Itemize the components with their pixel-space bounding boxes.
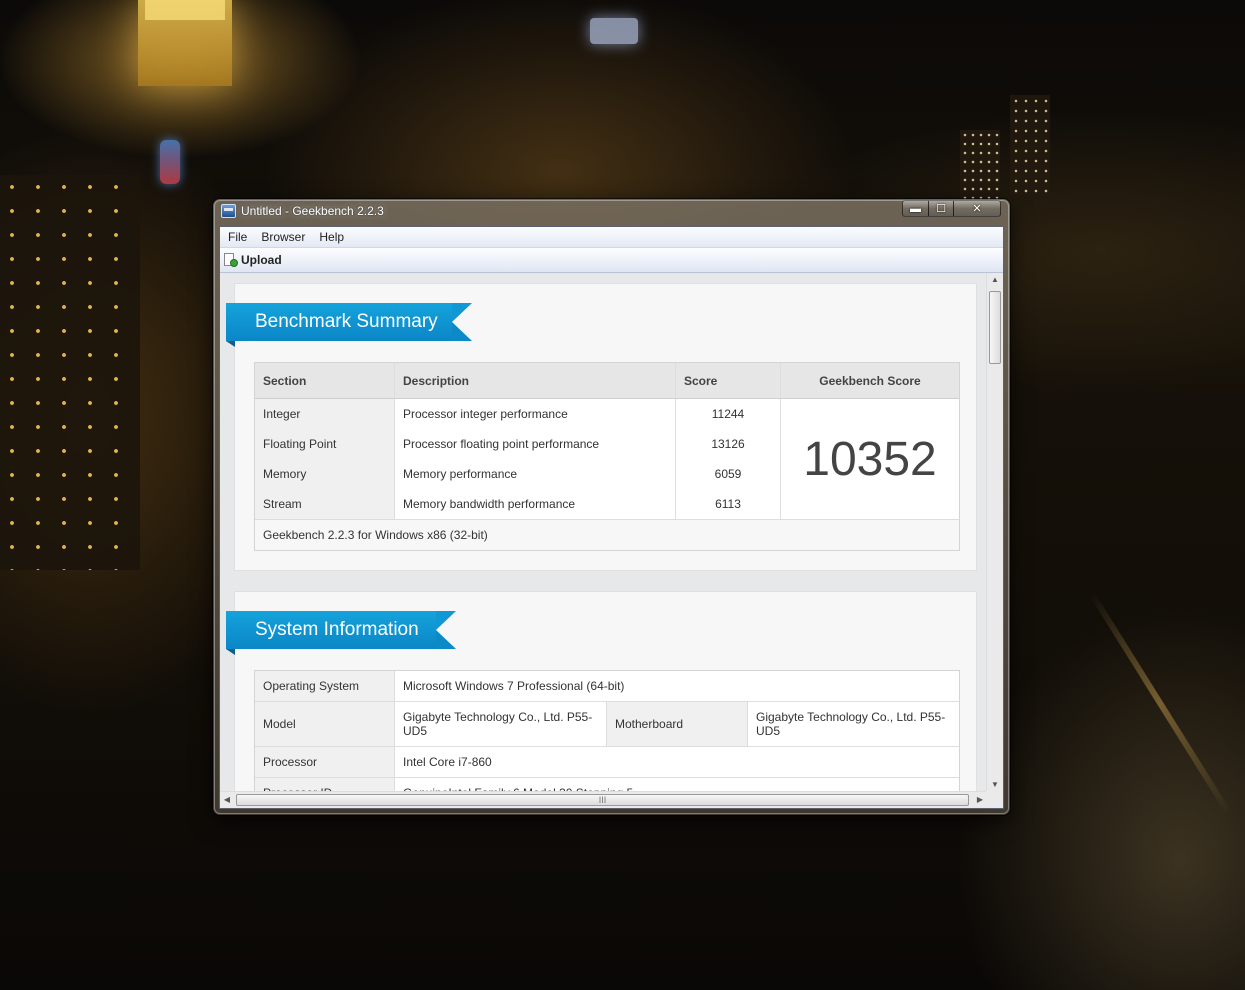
building-left [0, 175, 140, 570]
menu-browser[interactable]: Browser [253, 227, 311, 244]
horizontal-scroll-thumb[interactable]: III [236, 794, 969, 806]
processor-value: Intel Core i7-860 [394, 746, 959, 778]
sysinfo-table: Operating System Microsoft Windows 7 Pro… [254, 670, 960, 792]
vertical-scrollbar[interactable]: ▲ ▼ [986, 273, 1003, 792]
vertical-scroll-thumb[interactable] [989, 291, 1001, 364]
benchmark-summary-panel: Benchmark Summary Section Description Sc… [226, 283, 977, 571]
report-view[interactable]: Benchmark Summary Section Description Sc… [220, 273, 987, 792]
table-row: Processor Intel Core i7-860 [255, 746, 959, 778]
row-score: 11244 [675, 398, 781, 429]
upload-label: Upload [241, 253, 282, 267]
row-score: 6059 [675, 459, 781, 489]
header-description: Description [394, 363, 676, 399]
header-section: Section [255, 363, 395, 399]
model-label: Model [255, 701, 395, 747]
neon-glow [160, 140, 180, 184]
client-area: File Browser Help Upload Benchmark Summary… [219, 226, 1004, 809]
app-icon[interactable] [221, 204, 236, 218]
row-score: 6113 [675, 489, 781, 520]
table-row: Model Gigabyte Technology Co., Ltd. P55-… [255, 701, 959, 747]
motherboard-value: Gigabyte Technology Co., Ltd. P55-UD5 [747, 701, 959, 747]
system-information-panel: System Information Operating System Micr… [226, 591, 977, 792]
table-row: Operating System Microsoft Windows 7 Pro… [255, 671, 959, 702]
row-description: Memory bandwidth performance [394, 489, 676, 520]
lit-tower-top [145, 0, 225, 20]
row-section: Floating Point [255, 429, 395, 459]
upload-button[interactable]: Upload [224, 251, 282, 269]
title-bar[interactable]: Untitled - Geekbench 2.2.3 ▬ ☐ ✕ [213, 199, 1010, 225]
table-row: Integer Processor integer performance 11… [255, 398, 959, 520]
row-section: Integer [255, 398, 395, 429]
horizontal-scrollbar[interactable]: ◀ III ▶ [220, 791, 987, 808]
maximize-button[interactable]: ☐ [928, 200, 954, 217]
scroll-corner [986, 791, 1003, 808]
scroll-left-icon[interactable]: ◀ [220, 792, 234, 808]
minimize-button[interactable]: ▬ [902, 200, 929, 217]
summary-footer-row: Geekbench 2.2.3 for Windows x86 (32-bit) [255, 519, 959, 550]
street-lights [1088, 591, 1232, 815]
scroll-up-icon[interactable]: ▲ [987, 273, 1003, 287]
benchmark-summary-heading: Benchmark Summary [226, 303, 472, 347]
table-row: Processor ID GenuineIntel Family 6 Model… [255, 777, 959, 792]
row-description: Memory performance [394, 459, 676, 489]
processor-id-value: GenuineIntel Family 6 Model 30 Stepping … [394, 777, 959, 792]
close-button[interactable]: ✕ [953, 200, 1001, 217]
summary-footer: Geekbench 2.2.3 for Windows x86 (32-bit) [255, 519, 959, 550]
header-geekbench-score: Geekbench Score [780, 363, 959, 399]
motherboard-label: Motherboard [606, 701, 748, 747]
row-description: Processor integer performance [394, 398, 676, 429]
building-right-2 [960, 130, 1000, 200]
menu-file[interactable]: File [220, 227, 253, 244]
os-value: Microsoft Windows 7 Professional (64-bit… [394, 671, 959, 702]
row-section: Memory [255, 459, 395, 489]
row-section: Stream [255, 489, 395, 520]
scroll-right-icon[interactable]: ▶ [973, 792, 987, 808]
row-score: 13126 [675, 429, 781, 459]
header-score: Score [675, 363, 781, 399]
system-information-heading: System Information [226, 611, 456, 655]
window-title: Untitled - Geekbench 2.2.3 [241, 204, 384, 218]
summary-header-row: Section Description Score Geekbench Scor… [255, 363, 959, 399]
menu-help[interactable]: Help [311, 227, 350, 244]
geekbench-score: 10352 [780, 398, 959, 520]
row-description: Processor floating point performance [394, 429, 676, 459]
upload-icon [224, 253, 238, 267]
processor-label: Processor [255, 746, 395, 778]
menu-bar: File Browser Help [220, 227, 1003, 248]
scroll-down-icon[interactable]: ▼ [987, 778, 1003, 792]
geekbench-window: Untitled - Geekbench 2.2.3 ▬ ☐ ✕ File Bro… [213, 199, 1010, 815]
toolbar: Upload [220, 248, 1003, 273]
processor-id-label: Processor ID [255, 777, 395, 792]
building-right [1010, 95, 1050, 195]
os-label: Operating System [255, 671, 395, 702]
model-value: Gigabyte Technology Co., Ltd. P55-UD5 [394, 701, 607, 747]
sign-glow [590, 18, 638, 44]
summary-table: Section Description Score Geekbench Scor… [254, 362, 960, 551]
